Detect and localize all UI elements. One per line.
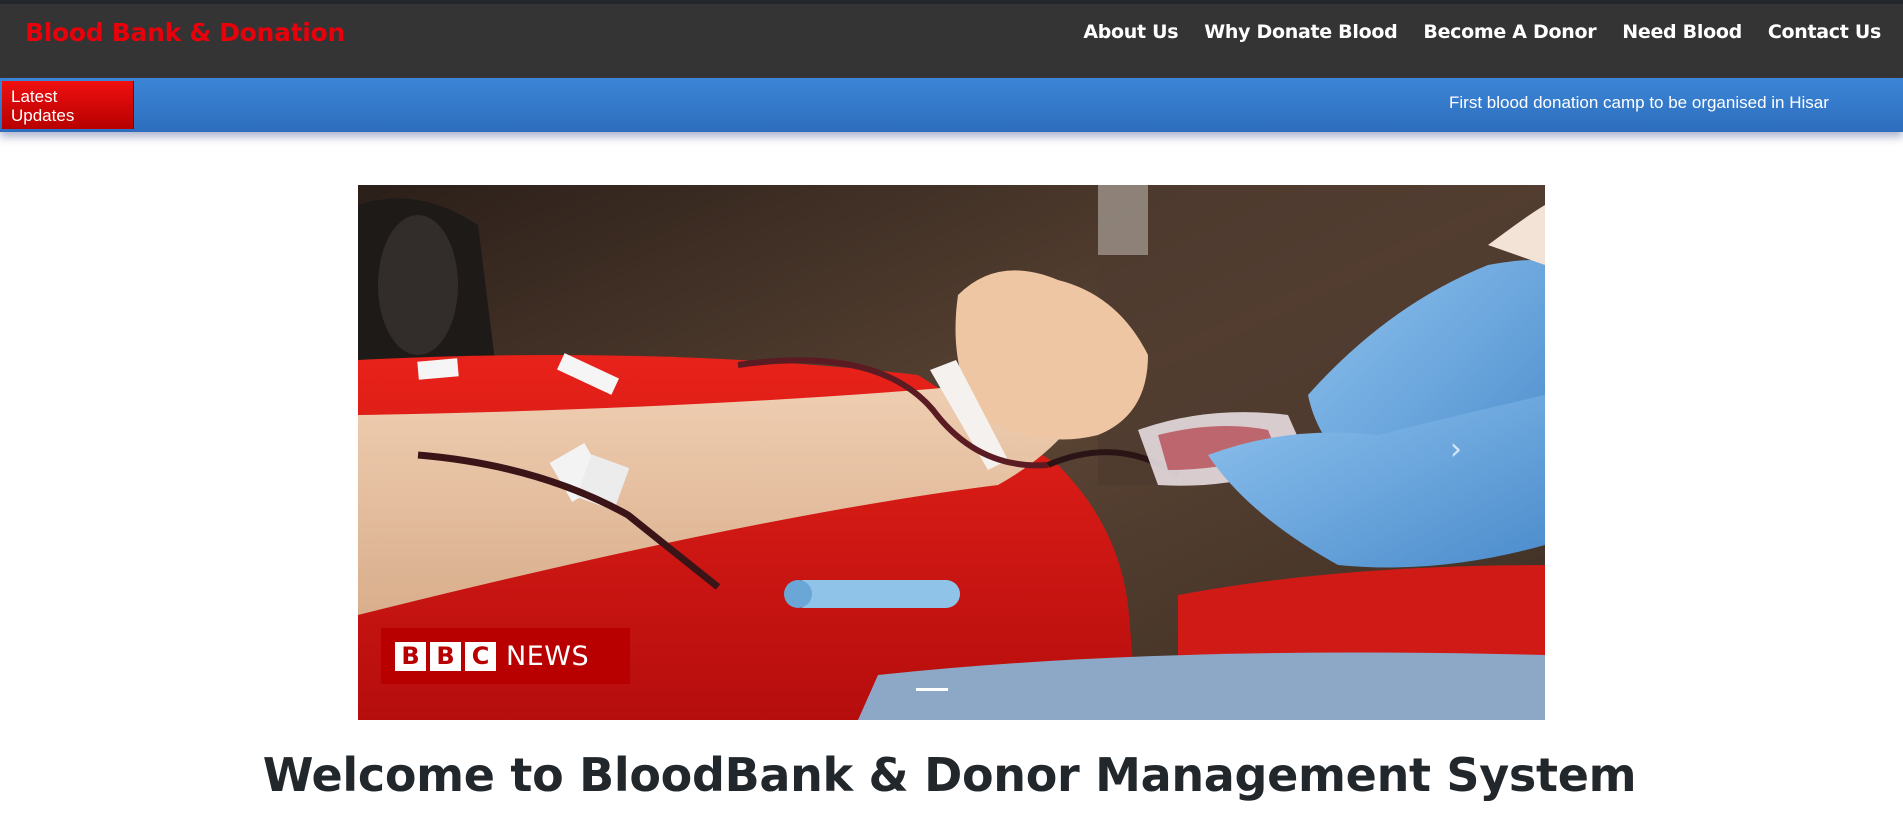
nav-need-blood[interactable]: Need Blood: [1622, 21, 1742, 43]
top-navbar: Blood Bank & Donation About Us Why Donat…: [0, 0, 1903, 78]
site-brand[interactable]: Blood Bank & Donation: [25, 18, 345, 47]
bbc-letter: C: [465, 641, 496, 671]
bbc-letter: B: [430, 641, 461, 671]
latest-updates-label: Latest Updates: [2, 81, 134, 129]
nav-become-a-donor[interactable]: Become A Donor: [1423, 21, 1596, 43]
bbc-news-word: NEWS: [506, 640, 590, 672]
latest-updates-bar: Latest Updates First blood donation camp…: [0, 78, 1903, 132]
nav-about-us[interactable]: About Us: [1083, 21, 1178, 43]
nav-menu: About Us Why Donate Blood Become A Donor…: [1057, 21, 1881, 43]
chevron-right-icon[interactable]: ›: [1450, 435, 1480, 465]
page-title: Welcome to BloodBank & Donor Management …: [0, 748, 1903, 802]
latest-update-ticker[interactable]: First blood donation camp to be organise…: [1449, 93, 1829, 113]
nav-why-donate-blood[interactable]: Why Donate Blood: [1204, 21, 1397, 43]
nav-contact-us[interactable]: Contact Us: [1768, 21, 1881, 43]
bbc-letter: B: [395, 641, 426, 671]
welcome-heading: Welcome to BloodBank & Donor Management …: [262, 748, 1637, 802]
bbc-news-logo: B B C NEWS: [381, 628, 630, 684]
carousel-indicator[interactable]: [916, 688, 948, 691]
hero-carousel: B B C NEWS ›: [358, 185, 1545, 720]
